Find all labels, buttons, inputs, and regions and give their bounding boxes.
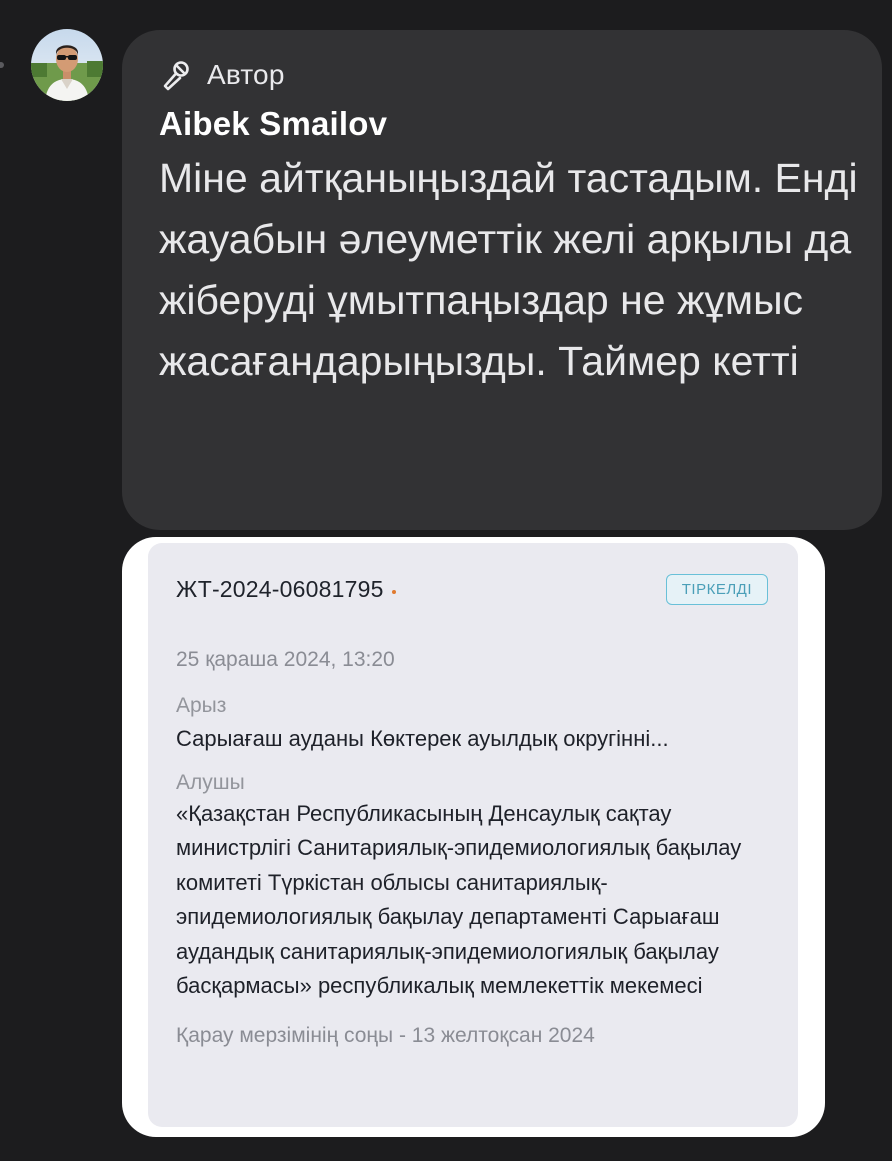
avatar[interactable] [31,29,103,101]
image-attachment[interactable]: ЖТ-2024-06081795 ТІРКЕЛДІ 25 қараша 2024… [122,537,825,1137]
recipient-label: Алушы [176,770,245,794]
document-card-header: ЖТ-2024-06081795 ТІРКЕЛДІ [176,573,768,605]
application-label: Арыз [176,694,227,717]
document-date: 25 қараша 2024, 13:20 [176,648,395,671]
author-tag-label: Автор [207,59,285,90]
microphone-icon [159,58,195,92]
author-badge: Автор [159,58,852,92]
status-dot [391,590,396,594]
message-text: Міне айтқаныңыздай тастадым. Енді жауабы… [159,155,858,384]
document-id-row: ЖТ-2024-06081795 [176,576,396,603]
thread-indicator [0,62,4,68]
message-bubble[interactable]: Автор Aibek Smailov Міне айтқаныңыздай т… [122,30,882,530]
sender-name[interactable]: Aibek Smailov [159,104,852,144]
review-deadline: Қарау мерзімінің соңы - 13 желтоқсан 202… [176,1023,595,1047]
document-card: ЖТ-2024-06081795 ТІРКЕЛДІ 25 қараша 2024… [148,543,798,1127]
recipient-value: «Қазақстан Республикасының Денсаулық сақ… [176,800,742,999]
status-badge: ТІРКЕЛДІ [665,573,768,605]
document-id: ЖТ-2024-06081795 [176,575,384,602]
application-value: Сарыағаш ауданы Көктерек ауылдық округін… [176,726,669,751]
